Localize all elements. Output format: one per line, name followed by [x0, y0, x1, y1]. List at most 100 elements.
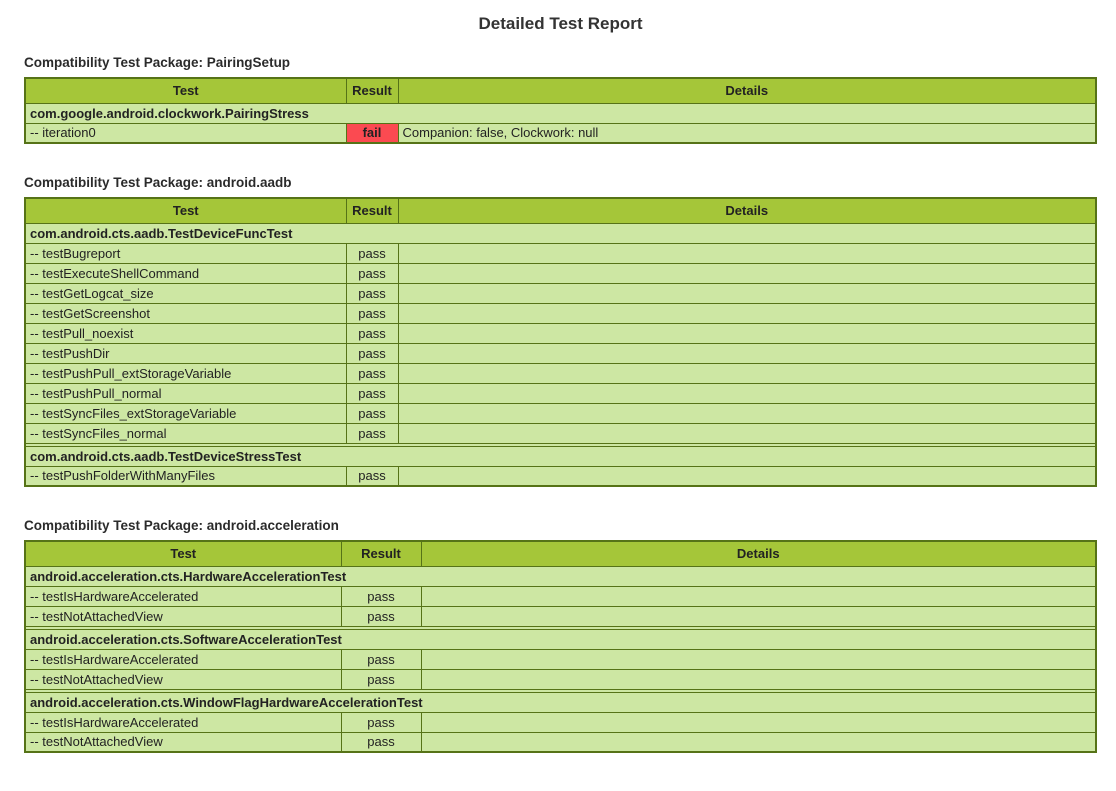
test-result-row: -- testPushPull_extStorageVariablepass	[25, 363, 1096, 383]
test-name-cell: -- testSyncFiles_normal	[25, 423, 346, 443]
test-results-table: Test Result Details com.android.cts.aadb…	[24, 197, 1097, 487]
column-header-result: Result	[346, 198, 398, 223]
test-name-cell: -- testNotAttachedView	[25, 732, 341, 752]
test-result-row: -- testSyncFiles_extStorageVariablepass	[25, 403, 1096, 423]
table-body: com.google.android.clockwork.PairingStre…	[25, 103, 1096, 143]
test-class-name: com.google.android.clockwork.PairingStre…	[25, 103, 1096, 123]
details-cell	[421, 606, 1096, 626]
result-cell: pass	[341, 649, 421, 669]
test-class-row: com.android.cts.aadb.TestDeviceStressTes…	[25, 446, 1096, 466]
package-block: Compatibility Test Package: android.aadb…	[24, 175, 1097, 487]
test-result-row: -- testPushFolderWithManyFilespass	[25, 466, 1096, 486]
test-result-row: -- testPull_noexistpass	[25, 323, 1096, 343]
test-class-row: android.acceleration.cts.WindowFlagHardw…	[25, 692, 1096, 712]
details-cell	[398, 423, 1096, 443]
test-class-row: com.google.android.clockwork.PairingStre…	[25, 103, 1096, 123]
test-result-row: -- testGetScreenshotpass	[25, 303, 1096, 323]
details-cell	[398, 243, 1096, 263]
test-class-name: android.acceleration.cts.WindowFlagHardw…	[25, 692, 1096, 712]
test-name-cell: -- testGetLogcat_size	[25, 283, 346, 303]
table-header-row: Test Result Details	[25, 198, 1096, 223]
result-cell: pass	[346, 466, 398, 486]
test-class-row: android.acceleration.cts.SoftwareAcceler…	[25, 629, 1096, 649]
result-cell: pass	[346, 403, 398, 423]
details-cell	[421, 732, 1096, 752]
test-name-cell: -- testPushDir	[25, 343, 346, 363]
test-name-cell: -- testPushPull_normal	[25, 383, 346, 403]
column-header-details: Details	[398, 78, 1096, 103]
table-body: com.android.cts.aadb.TestDeviceFuncTest-…	[25, 223, 1096, 486]
details-cell	[398, 403, 1096, 423]
test-class-name: com.android.cts.aadb.TestDeviceFuncTest	[25, 223, 1096, 243]
table-header-row: Test Result Details	[25, 541, 1096, 566]
test-name-cell: -- testExecuteShellCommand	[25, 263, 346, 283]
column-header-result: Result	[341, 541, 421, 566]
details-cell: Companion: false, Clockwork: null	[398, 123, 1096, 143]
column-header-result: Result	[346, 78, 398, 103]
column-header-details: Details	[398, 198, 1096, 223]
package-heading: Compatibility Test Package: PairingSetup	[24, 55, 1097, 70]
test-result-row: -- testPushDirpass	[25, 343, 1096, 363]
result-cell: pass	[346, 303, 398, 323]
details-cell	[398, 466, 1096, 486]
test-result-row: -- testIsHardwareAcceleratedpass	[25, 649, 1096, 669]
result-cell: pass	[346, 323, 398, 343]
test-name-cell: -- testPushFolderWithManyFiles	[25, 466, 346, 486]
test-result-row: -- testGetLogcat_sizepass	[25, 283, 1096, 303]
test-name-cell: -- testIsHardwareAccelerated	[25, 649, 341, 669]
test-name-cell: -- testPull_noexist	[25, 323, 346, 343]
table-header-row: Test Result Details	[25, 78, 1096, 103]
result-cell: pass	[346, 423, 398, 443]
result-cell: pass	[341, 606, 421, 626]
report-page: Detailed Test Report Compatibility Test …	[0, 0, 1116, 773]
test-class-name: android.acceleration.cts.SoftwareAcceler…	[25, 629, 1096, 649]
test-result-row: -- testExecuteShellCommandpass	[25, 263, 1096, 283]
result-cell: pass	[346, 263, 398, 283]
details-cell	[398, 263, 1096, 283]
test-result-row: -- testNotAttachedViewpass	[25, 669, 1096, 689]
test-name-cell: -- testPushPull_extStorageVariable	[25, 363, 346, 383]
test-class-row: com.android.cts.aadb.TestDeviceFuncTest	[25, 223, 1096, 243]
package-heading: Compatibility Test Package: android.acce…	[24, 518, 1097, 533]
test-class-name: com.android.cts.aadb.TestDeviceStressTes…	[25, 446, 1096, 466]
details-cell	[398, 283, 1096, 303]
result-cell: pass	[346, 383, 398, 403]
column-header-details: Details	[421, 541, 1096, 566]
details-cell	[398, 303, 1096, 323]
table-body: android.acceleration.cts.HardwareAcceler…	[25, 566, 1096, 752]
package-heading: Compatibility Test Package: android.aadb	[24, 175, 1097, 190]
page-title: Detailed Test Report	[24, 14, 1097, 34]
test-result-row: -- testIsHardwareAcceleratedpass	[25, 712, 1096, 732]
column-header-test: Test	[25, 78, 346, 103]
details-cell	[421, 712, 1096, 732]
test-result-row: -- testSyncFiles_normalpass	[25, 423, 1096, 443]
test-name-cell: -- testIsHardwareAccelerated	[25, 712, 341, 732]
test-results-table: Test Result Details android.acceleration…	[24, 540, 1097, 753]
test-result-row: -- testNotAttachedViewpass	[25, 732, 1096, 752]
result-cell: fail	[346, 123, 398, 143]
result-cell: pass	[341, 586, 421, 606]
result-cell: pass	[341, 669, 421, 689]
details-cell	[421, 669, 1096, 689]
test-name-cell: -- testNotAttachedView	[25, 669, 341, 689]
test-name-cell: -- testNotAttachedView	[25, 606, 341, 626]
result-cell: pass	[346, 343, 398, 363]
test-result-row: -- testNotAttachedViewpass	[25, 606, 1096, 626]
test-name-cell: -- testIsHardwareAccelerated	[25, 586, 341, 606]
package-block: Compatibility Test Package: android.acce…	[24, 518, 1097, 753]
test-name-cell: -- iteration0	[25, 123, 346, 143]
details-cell	[398, 343, 1096, 363]
test-class-name: android.acceleration.cts.HardwareAcceler…	[25, 566, 1096, 586]
package-block: Compatibility Test Package: PairingSetup…	[24, 55, 1097, 144]
column-header-test: Test	[25, 198, 346, 223]
test-result-row: -- testPushPull_normalpass	[25, 383, 1096, 403]
details-cell	[421, 586, 1096, 606]
details-cell	[398, 383, 1096, 403]
test-result-row: -- iteration0failCompanion: false, Clock…	[25, 123, 1096, 143]
test-name-cell: -- testGetScreenshot	[25, 303, 346, 323]
result-cell: pass	[346, 283, 398, 303]
report-tables: Compatibility Test Package: PairingSetup…	[24, 55, 1097, 753]
test-result-row: -- testBugreportpass	[25, 243, 1096, 263]
test-results-table: Test Result Details com.google.android.c…	[24, 77, 1097, 144]
result-cell: pass	[346, 243, 398, 263]
